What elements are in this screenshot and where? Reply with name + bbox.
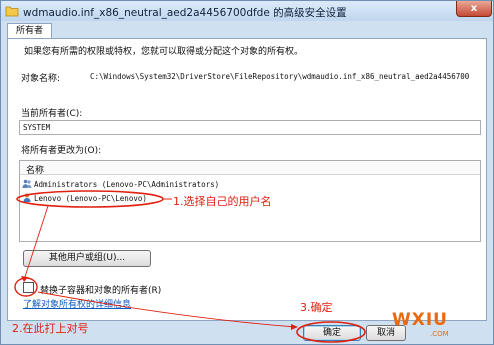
object-name-value: C:\Windows\System32\DriverStore\FileRepo… bbox=[90, 72, 470, 81]
current-owner-value: SYSTEM bbox=[23, 123, 51, 132]
window-title: wdmaudio.inf_x86_neutral_aed2a4456700dfd… bbox=[23, 7, 347, 19]
list-item-lenovo[interactable]: Lenovo (Lenovo-PC\Lenovo) bbox=[22, 193, 147, 205]
current-owner-field: SYSTEM bbox=[19, 120, 481, 135]
column-name-header: 名称 bbox=[26, 166, 45, 176]
list-item-administrators[interactable]: Administrators (Lenovo-PC\Administrators… bbox=[22, 179, 219, 191]
tab-owner[interactable]: 所有者 bbox=[7, 23, 52, 39]
list-item-label: Administrators (Lenovo-PC\Administrators… bbox=[34, 180, 220, 189]
close-button[interactable]: x bbox=[456, 1, 492, 17]
current-owner-label: 当前所有者(C): bbox=[21, 109, 83, 119]
other-users-button[interactable]: 其他用户或组(U)... bbox=[23, 250, 151, 267]
change-owner-label: 将所有者更改为(O): bbox=[21, 146, 102, 156]
annotation-step3: 3.确定 bbox=[300, 301, 333, 314]
list-item-label: Lenovo (Lenovo-PC\Lenovo) bbox=[34, 194, 147, 203]
watermark-suffix: .COM bbox=[430, 330, 449, 338]
replace-owner-label: 替换子容器和对象的所有者(R) bbox=[40, 286, 162, 296]
intro-text: 如果您有所需的权限或特权，您就可以取得或分配这个对象的所有权。 bbox=[24, 47, 304, 57]
watermark-logo: WXIU bbox=[392, 310, 448, 330]
user-group-icon bbox=[22, 179, 32, 188]
annotation-step1: 1.选择自己的用户名 bbox=[173, 195, 272, 208]
replace-owner-checkbox[interactable] bbox=[23, 282, 34, 293]
object-name-label: 对象名称: bbox=[21, 74, 61, 84]
folder-icon bbox=[5, 6, 19, 17]
title-bar[interactable]: wdmaudio.inf_x86_neutral_aed2a4456700dfd… bbox=[1, 1, 493, 21]
user-icon bbox=[23, 193, 31, 202]
close-icon: x bbox=[470, 3, 478, 14]
list-column-header[interactable]: 名称 bbox=[20, 161, 480, 176]
ownership-help-link[interactable]: 了解对象所有权的详细信息 bbox=[23, 297, 131, 310]
ok-button[interactable]: 确定 bbox=[303, 325, 361, 341]
annotation-step2: 2.在此打上对号 bbox=[12, 322, 89, 335]
